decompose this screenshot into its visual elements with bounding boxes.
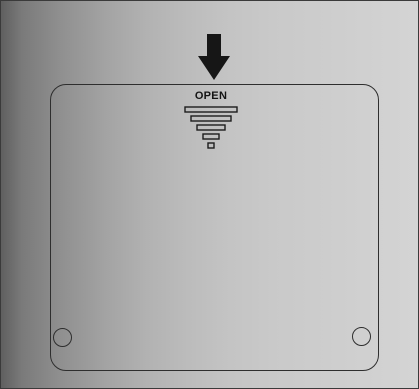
arrow-down-icon — [198, 34, 230, 80]
battery-compartment-illustration: OPEN — [0, 0, 419, 389]
screw-icon — [352, 327, 371, 346]
open-label: OPEN — [194, 90, 228, 102]
slide-direction-icon — [184, 106, 238, 149]
screw-icon — [53, 328, 72, 347]
device-back-panel: OPEN — [0, 0, 419, 389]
